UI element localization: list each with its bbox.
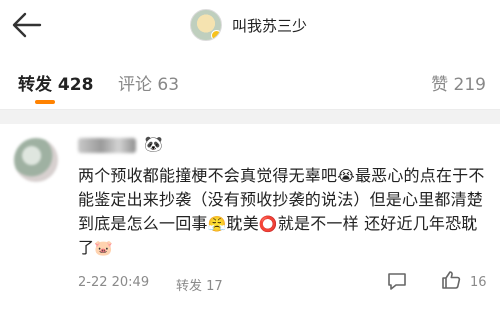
panda-icon: 🐼 bbox=[144, 135, 163, 153]
avatar[interactable] bbox=[190, 9, 222, 41]
tab-comments-label: 评论 bbox=[118, 75, 152, 95]
page-title: 叫我苏三少 bbox=[232, 16, 308, 35]
tab-comments[interactable]: 评论 63 bbox=[118, 70, 179, 95]
like-count: 16 bbox=[470, 275, 487, 290]
comment-icon[interactable] bbox=[386, 270, 408, 292]
tab-likes-count: 219 bbox=[453, 75, 486, 95]
red-circle-icon: ⭕ bbox=[258, 215, 278, 233]
comment-part-3: 耽美 bbox=[226, 214, 259, 233]
timestamp: 2-22 20:49 bbox=[78, 275, 150, 290]
top-bar: 叫我苏三少 bbox=[0, 0, 500, 50]
pig-face-icon: 🐷 bbox=[94, 239, 114, 257]
tab-bar: 转发 428 评论 63 赞 219 bbox=[0, 50, 500, 110]
repost-item[interactable]: 🐼 两个预收都能撞梗不会真觉得无辜吧😭最恶心的点在于不能鉴定出来抄袭（没有预收抄… bbox=[0, 124, 500, 310]
title-group[interactable]: 叫我苏三少 bbox=[190, 6, 307, 44]
verified-badge-icon bbox=[211, 30, 221, 40]
tab-repost-count: 428 bbox=[57, 75, 94, 95]
repost-count-link[interactable]: 转发 17 bbox=[176, 275, 223, 294]
active-tab-indicator bbox=[35, 100, 55, 104]
tab-repost-label: 转发 bbox=[18, 75, 52, 95]
user-avatar[interactable] bbox=[14, 138, 58, 182]
username-blurred[interactable] bbox=[78, 138, 136, 153]
back-arrow-icon[interactable] bbox=[10, 10, 44, 40]
section-divider bbox=[0, 110, 500, 124]
tab-comments-count: 63 bbox=[157, 75, 180, 95]
tab-likes[interactable]: 赞 219 bbox=[431, 70, 486, 95]
thumbs-up-icon[interactable] bbox=[440, 269, 462, 291]
comment-text: 两个预收都能撞梗不会真觉得无辜吧😭最恶心的点在于不能鉴定出来抄袭（没有预收抄袭的… bbox=[78, 164, 488, 260]
tab-repost[interactable]: 转发 428 bbox=[18, 70, 93, 95]
tab-likes-label: 赞 bbox=[431, 75, 449, 95]
angry-face-icon: 😤 bbox=[207, 215, 227, 233]
crying-face-icon: 😭 bbox=[337, 167, 355, 185]
comment-part-1: 两个预收都能撞梗不会真觉得无辜吧 bbox=[78, 166, 338, 185]
